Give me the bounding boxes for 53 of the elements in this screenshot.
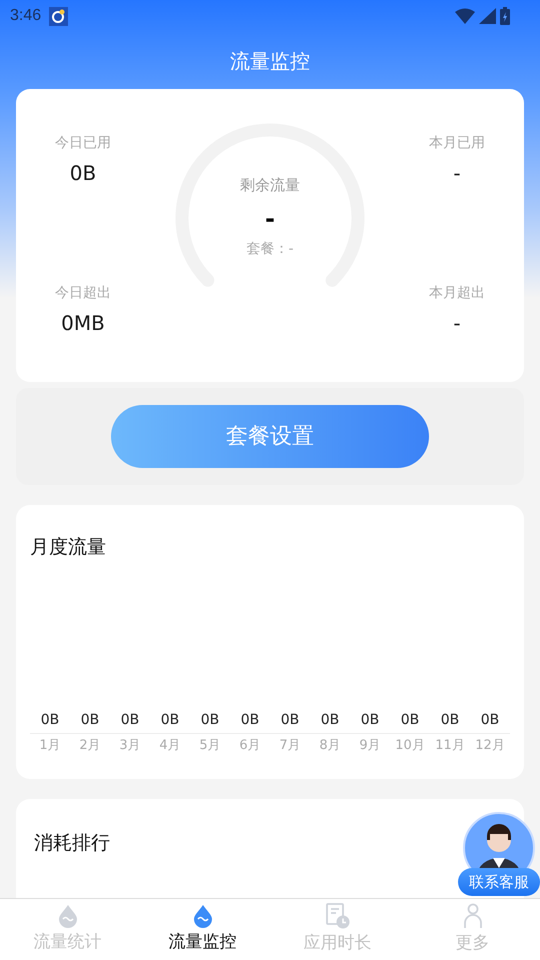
month-value: 0B: [320, 710, 340, 730]
person-icon: [462, 902, 484, 929]
stat-label: 本月超出: [429, 284, 485, 303]
nav-tab[interactable]: 流量监控: [135, 899, 270, 960]
stat-value: 0MB: [61, 310, 105, 337]
drop-icon: [192, 904, 214, 928]
month-value: 0B: [80, 710, 100, 730]
month-label: 8月: [318, 736, 342, 754]
stat-label: 今日超出: [55, 284, 111, 303]
stat-label: 本月已用: [429, 134, 485, 153]
month-value: 0B: [480, 710, 500, 730]
wifi-icon: [455, 8, 475, 24]
month-value: 0B: [440, 710, 460, 730]
month-label: 9月: [358, 736, 382, 754]
page-title: 流量监控: [230, 48, 310, 74]
status-time: 3:46: [10, 6, 42, 26]
month-label: 3月: [118, 736, 142, 754]
month-label: 4月: [158, 736, 182, 754]
plan-settings-button[interactable]: 套餐设置: [111, 405, 429, 468]
contact-support-button[interactable]: 联系客服: [458, 868, 540, 896]
month-label: 2月: [78, 736, 102, 754]
drop-icon: [56, 904, 78, 928]
month-label: 12月: [474, 736, 506, 754]
nav-tab[interactable]: 更多: [405, 899, 540, 960]
month-value: 0B: [120, 710, 140, 730]
section-title: 消耗排行: [34, 832, 110, 854]
month-value: 0B: [240, 710, 260, 730]
gauge-value: -: [265, 204, 275, 234]
battery-icon: [500, 7, 510, 25]
gauge-label: 剩余流量: [240, 175, 300, 196]
nav-tab[interactable]: 流量统计: [0, 899, 135, 960]
section-title: 月度流量: [30, 535, 107, 560]
month-label: 10月: [394, 736, 426, 754]
month-label: 7月: [278, 736, 302, 754]
stat-value: -: [453, 310, 461, 337]
month-label: 5月: [198, 736, 222, 754]
month-value: 0B: [280, 710, 300, 730]
stat-value: 0B: [70, 160, 96, 187]
month-value: 0B: [160, 710, 180, 730]
month-value: 0B: [40, 710, 60, 730]
app-notification-icon: [49, 6, 68, 26]
month-label: 1月: [38, 736, 62, 754]
month-value: 0B: [200, 710, 220, 730]
stat-label: 今日已用: [55, 134, 111, 153]
plan-info: 套餐：-: [246, 240, 294, 258]
month-label: 11月: [434, 736, 466, 754]
month-value: 0B: [400, 710, 420, 730]
month-label: 6月: [238, 736, 262, 754]
month-value: 0B: [360, 710, 380, 730]
stat-value: -: [453, 160, 461, 187]
nav-tab[interactable]: 应用时长: [270, 899, 405, 960]
signal-icon: [479, 8, 496, 24]
document-clock-icon: [324, 902, 350, 929]
